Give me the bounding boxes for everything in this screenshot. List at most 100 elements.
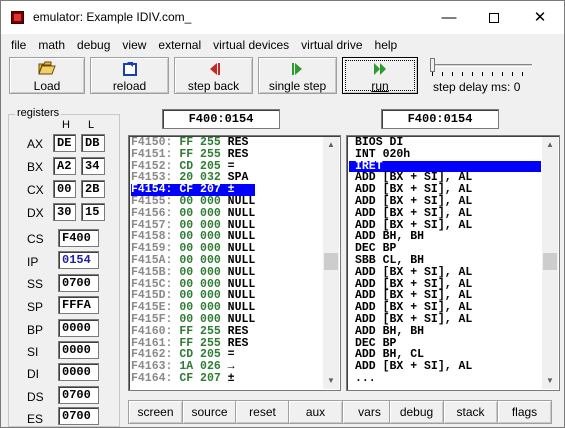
reg-sp-label: SP [27,300,44,314]
step-back-button[interactable]: step back [174,57,253,94]
registers-legend: registers [15,107,62,119]
reg-cl-field[interactable]: 2B [81,180,105,198]
slider-ticks [432,72,532,76]
disasm-row[interactable]: ADD [BX + SI], AL [349,196,541,208]
menu-math[interactable]: math [32,36,71,54]
memory-row-hex: CF [179,371,194,385]
window-title: emulator: Example IDIV.com_ [33,10,192,24]
reg-ds-field[interactable]: 0700 [58,386,99,404]
load-label: Load [33,79,61,93]
debug-button[interactable]: debug [389,400,444,424]
reg-bp-field[interactable]: 0000 [58,319,99,337]
title-bar: emulator: Example IDIV.com_ — ✕ [1,1,564,34]
close-button[interactable]: ✕ [517,1,563,34]
reg-si-label: SI [27,345,39,359]
disasm-row[interactable]: ... [349,373,541,385]
reg-dl-field[interactable]: 15 [81,203,105,221]
disasm-address-field[interactable]: F400:0154 [381,109,499,129]
menu-view[interactable]: view [116,36,152,54]
disassembly-listing[interactable]: BIOS DI INT 020h IRET ADD [BX + SI], AL ADD … [346,135,560,391]
scroll-up-arrow-icon[interactable]: ▲ [323,137,339,153]
scroll-down-arrow-icon[interactable]: ▼ [323,373,339,389]
reg-si-field[interactable]: 0000 [58,341,99,359]
menu-bar: file math debug view external virtual de… [1,36,564,54]
reg-sp-field[interactable]: FFFA [58,296,99,314]
reg-ip-label: IP [27,255,39,269]
disasm-row[interactable]: ADD [BX + SI], AL [349,207,541,220]
disasm-row[interactable]: ADD BH, BH [349,325,541,338]
reg-di-label: DI [27,367,39,381]
menu-help[interactable]: help [369,36,404,54]
reg-dx-label: DX [27,206,44,220]
memory-row-address: F4164: [131,371,173,385]
reg-cs-label: CS [27,232,44,246]
scroll-thumb[interactable] [324,253,338,270]
load-button[interactable]: Load [9,57,85,94]
disasm-row[interactable]: SBB CL, BH [349,255,541,267]
disasm-row[interactable]: ADD [BX + SI], AL [349,266,541,279]
disasm-row[interactable]: ADD [BX + SI], AL [349,361,541,373]
run-button[interactable]: run [342,57,418,94]
scroll-down-arrow-icon[interactable]: ▼ [542,373,558,389]
reg-es-field[interactable]: 0700 [58,407,99,425]
minimize-button[interactable]: — [426,1,472,34]
high-byte-label: H [62,119,70,131]
scroll-thumb[interactable] [543,253,557,270]
memory-scrollbar[interactable]: ▲ ▼ [323,137,339,389]
memory-row-dec: 207 [200,371,221,385]
maximize-button[interactable] [471,1,517,34]
source-button[interactable]: source [182,400,237,424]
flags-button[interactable]: flags [497,400,552,424]
reg-bh-field[interactable]: A2 [53,157,76,175]
screen-button[interactable]: screen [128,400,183,424]
reload-label: reload [112,79,147,93]
reg-bl-field[interactable]: 34 [81,157,105,175]
disasm-lines: BIOS DI INT 020h IRET ADD [BX + SI], AL ADD … [349,137,541,385]
step-delay-slider[interactable] [429,58,535,76]
reg-dh-field[interactable]: 30 [53,203,76,221]
slider-thumb[interactable] [430,58,435,72]
reg-ss-field[interactable]: 0700 [58,274,99,292]
memory-row-char: ± [227,371,235,385]
low-byte-label: L [88,119,95,131]
step-delay-label: step delay ms: 0 [433,80,521,94]
close-icon: ✕ [533,9,547,26]
slider-track [432,64,532,67]
open-folder-icon [10,61,84,79]
reg-cs-field[interactable]: F400 [58,229,99,247]
reg-bx-label: BX [27,160,44,174]
reg-al-field[interactable]: DB [81,134,105,152]
reg-di-field[interactable]: 0000 [58,363,99,381]
disasm-row[interactable]: ADD [BX + SI], AL [349,314,541,326]
reg-ax-label: AX [27,137,44,151]
memory-listing[interactable]: F4150: FF 255 RES F4151: FF 255 RES F4152:… [128,135,341,391]
memory-address-field[interactable]: F400:0154 [162,109,280,129]
step-back-label: step back [187,79,240,93]
aux-button[interactable]: aux [288,400,343,424]
menu-file[interactable]: file [1,36,32,54]
reg-ip-field[interactable]: 0154 [58,251,99,269]
memory-row[interactable]: F4164: CF 207 ± [131,373,255,385]
menu-virtual-drive[interactable]: virtual drive [295,36,368,54]
minimize-icon: — [441,9,457,26]
reg-cx-label: CX [27,183,44,197]
menu-external[interactable]: external [152,36,207,54]
reg-ah-field[interactable]: DE [53,134,76,152]
single-step-button[interactable]: single step [258,57,337,94]
disasm-scrollbar[interactable]: ▲ ▼ [542,137,558,389]
focus-rect [345,60,415,91]
scroll-up-arrow-icon[interactable]: ▲ [542,137,558,153]
stack-button[interactable]: stack [443,400,498,424]
menu-debug[interactable]: debug [71,36,116,54]
reload-button[interactable]: reload [90,57,169,94]
reload-icon [91,61,168,79]
menu-virtual-devices[interactable]: virtual devices [207,36,295,54]
reg-ch-field[interactable]: 00 [53,180,76,198]
reg-bp-label: BP [27,323,44,337]
disasm-row[interactable]: INT 020h [349,148,541,161]
reg-ss-label: SS [27,277,44,291]
reg-es-label: ES [27,412,44,426]
reg-ds-label: DS [27,390,44,404]
reset-button[interactable]: reset [235,400,290,424]
single-step-icon [259,61,336,79]
